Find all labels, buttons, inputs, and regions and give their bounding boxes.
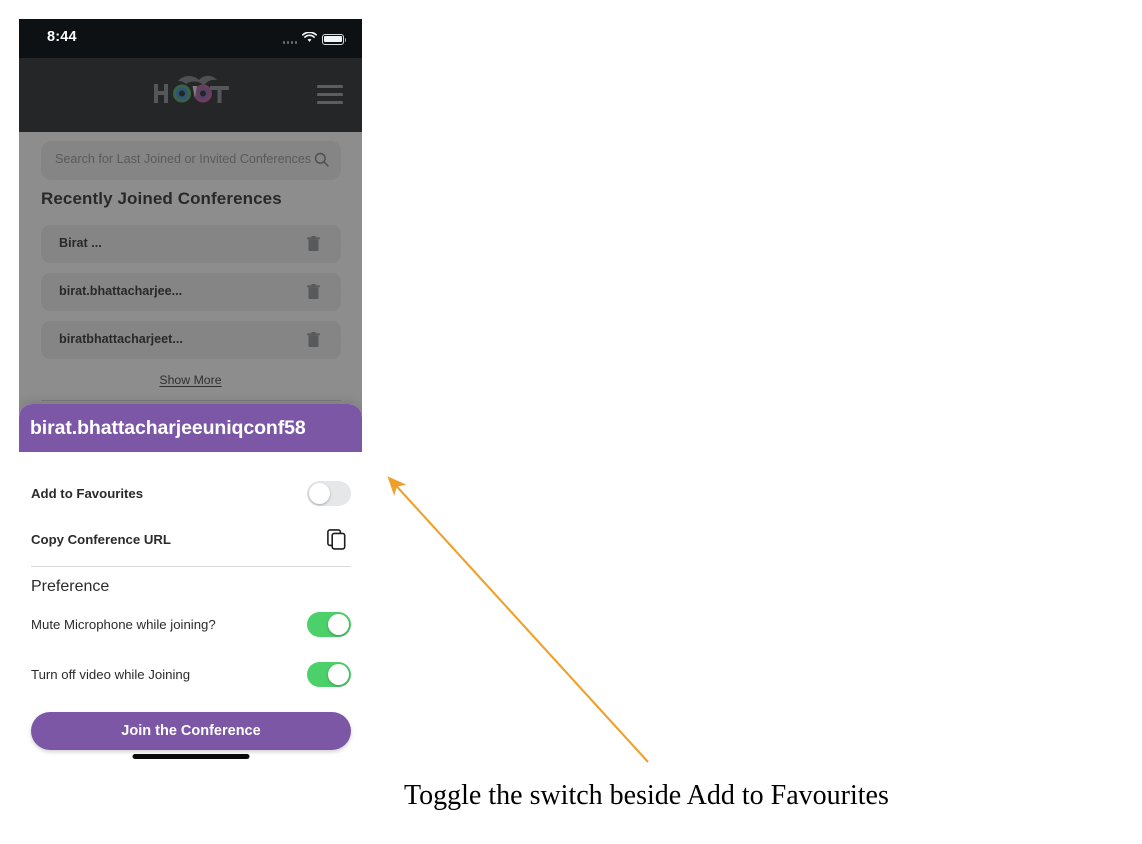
mute-microphone-label: Mute Microphone while joining? bbox=[31, 617, 216, 632]
row-add-to-favourites: Add to Favourites bbox=[31, 481, 351, 511]
toggle-knob bbox=[327, 663, 350, 686]
row-copy-conference-url[interactable]: Copy Conference URL bbox=[31, 527, 351, 557]
row-mute-microphone: Mute Microphone while joining? bbox=[31, 612, 351, 642]
sheet-header: birat.bhattacharjeeuniqconf58 bbox=[19, 404, 362, 452]
toggle-knob bbox=[308, 482, 331, 505]
home-indicator bbox=[132, 754, 249, 759]
toggle-knob bbox=[327, 613, 350, 636]
sheet-title: birat.bhattacharjeeuniqconf58 bbox=[30, 416, 306, 439]
screenshot-root: 8:44 birat.bhattacharjeeuniqconf58 Add t… bbox=[0, 0, 1142, 844]
copy-conference-url-label: Copy Conference URL bbox=[31, 532, 171, 547]
add-to-favourites-label: Add to Favourites bbox=[31, 486, 144, 501]
conference-detail-sheet: birat.bhattacharjeeuniqconf58 Add to Fav… bbox=[19, 404, 362, 761]
status-indicators bbox=[282, 30, 347, 48]
join-the-conference-button[interactable]: Join the Conference bbox=[31, 712, 351, 750]
battery-icon bbox=[322, 33, 347, 45]
phone-frame: 8:44 birat.bhattacharjeeuniqconf58 Add t… bbox=[19, 19, 362, 761]
status-bar: 8:44 bbox=[19, 19, 362, 58]
wifi-icon bbox=[302, 30, 317, 48]
row-turn-off-video: Turn off video while Joining bbox=[31, 662, 351, 692]
turn-off-video-label: Turn off video while Joining bbox=[31, 667, 191, 682]
annotation-text: Toggle the switch beside Add to Favourit… bbox=[404, 780, 889, 811]
copy-icon[interactable] bbox=[327, 529, 346, 554]
add-to-favourites-toggle[interactable] bbox=[307, 481, 351, 506]
mute-microphone-toggle[interactable] bbox=[307, 612, 351, 637]
signal-dots-icon bbox=[282, 35, 297, 44]
status-time: 8:44 bbox=[47, 29, 77, 45]
turn-off-video-toggle[interactable] bbox=[307, 662, 351, 687]
preference-title: Preference bbox=[31, 578, 110, 595]
sheet-divider bbox=[31, 566, 351, 567]
